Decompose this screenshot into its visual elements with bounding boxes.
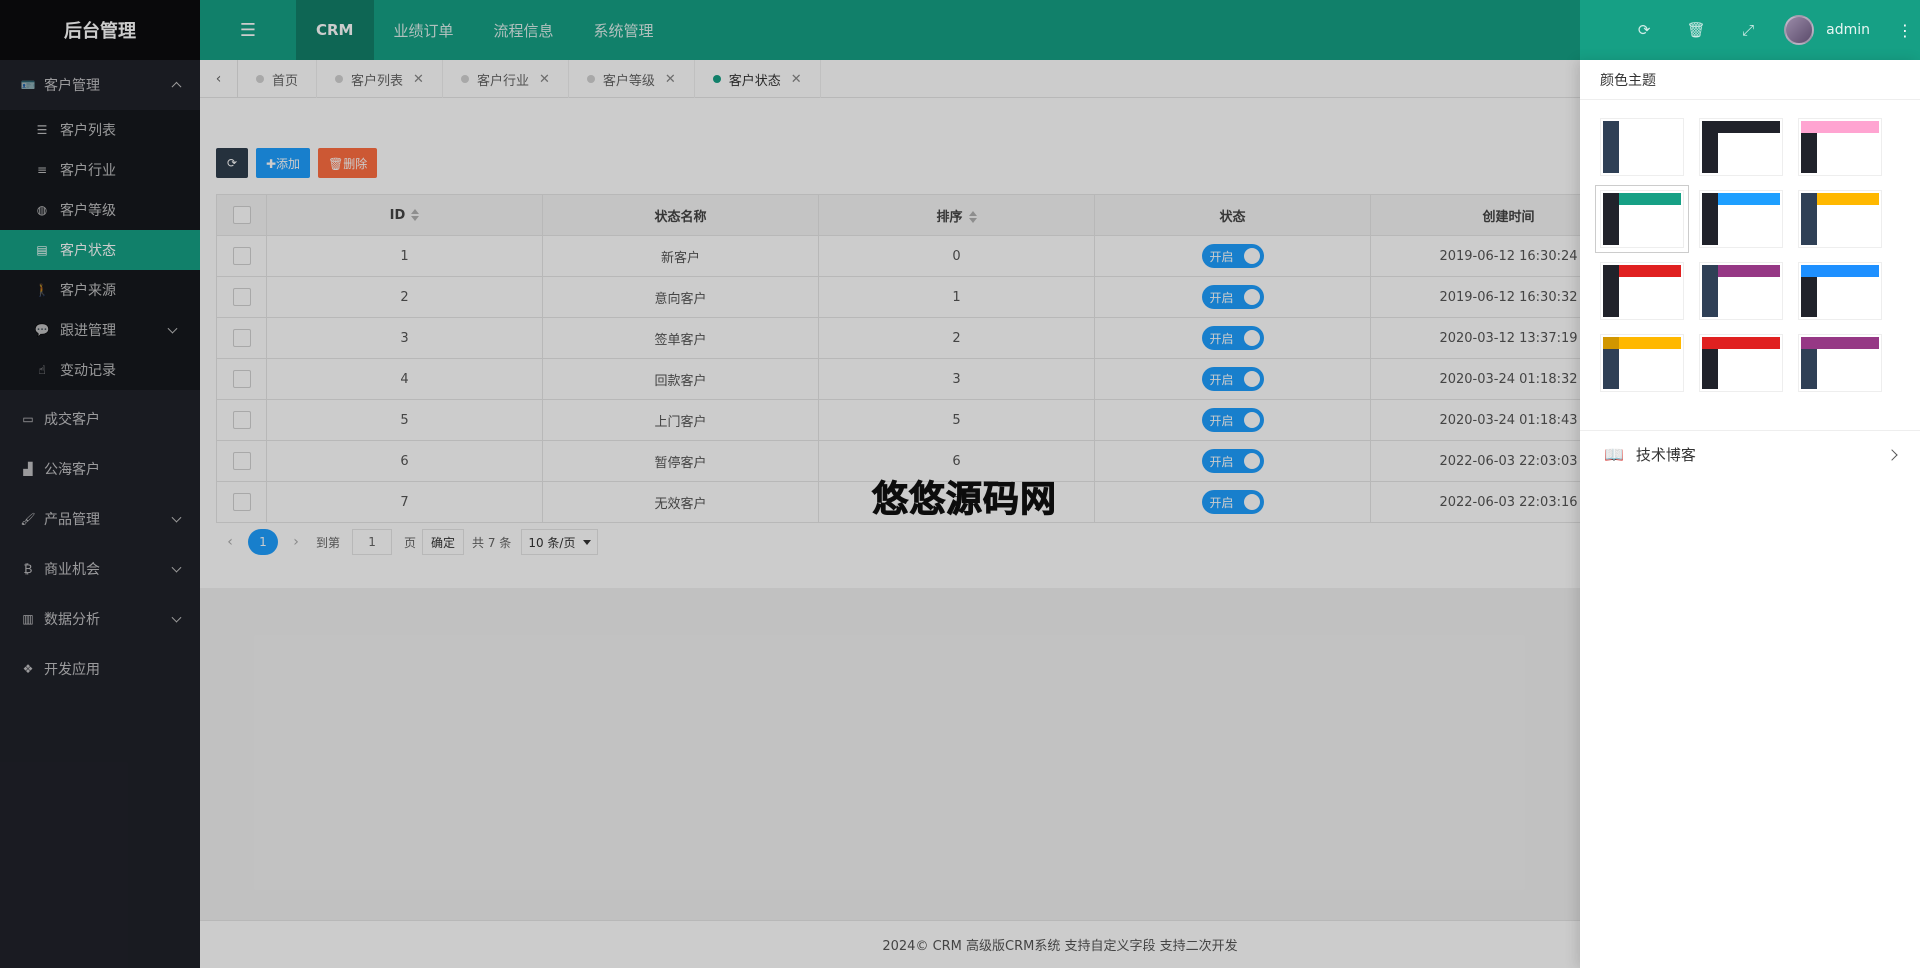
swatch-side — [1702, 349, 1718, 389]
swatch-header — [1817, 337, 1879, 349]
swatch-header — [1718, 121, 1780, 133]
swatch-header — [1718, 337, 1780, 349]
swatch-logo — [1603, 337, 1619, 349]
swatch-header — [1718, 265, 1780, 277]
refresh-icon[interactable]: ⟳ — [1618, 0, 1670, 60]
chevron-right-icon — [1886, 448, 1898, 461]
theme-panel: 颜色主题 📖 技术博客 — [1580, 60, 1920, 968]
swatch-header — [1619, 121, 1681, 133]
swatch-header — [1619, 337, 1681, 349]
swatch-logo — [1702, 265, 1718, 277]
theme-swatch[interactable] — [1798, 190, 1882, 248]
swatch-logo — [1702, 337, 1718, 349]
swatch-side — [1801, 205, 1817, 245]
theme-swatch[interactable] — [1699, 334, 1783, 392]
swatch-logo — [1603, 265, 1619, 277]
swatch-header — [1718, 193, 1780, 205]
swatch-header — [1619, 193, 1681, 205]
theme-swatch[interactable] — [1699, 118, 1783, 176]
swatch-header — [1817, 121, 1879, 133]
swatch-side — [1603, 205, 1619, 245]
theme-swatch[interactable] — [1798, 262, 1882, 320]
swatch-side — [1801, 277, 1817, 317]
theme-panel-title: 颜色主题 — [1580, 60, 1920, 100]
swatch-side — [1702, 133, 1718, 173]
theme-swatch[interactable] — [1600, 262, 1684, 320]
theme-swatch[interactable] — [1600, 118, 1684, 176]
theme-swatch[interactable] — [1798, 334, 1882, 392]
theme-grid — [1580, 100, 1920, 392]
modal-shade[interactable] — [0, 0, 1580, 968]
theme-swatch[interactable] — [1798, 118, 1882, 176]
swatch-side — [1702, 277, 1718, 317]
header-tools: ⟳ 🗑 ⤢ admin ⋮ — [1618, 0, 1920, 60]
swatch-side — [1801, 349, 1817, 389]
swatch-logo — [1801, 337, 1817, 349]
swatch-logo — [1603, 193, 1619, 205]
more-vertical-icon[interactable]: ⋮ — [1890, 0, 1920, 60]
swatch-logo — [1801, 121, 1817, 133]
swatch-logo — [1603, 121, 1619, 133]
swatch-header — [1817, 193, 1879, 205]
tech-blog-label: 技术博客 — [1635, 446, 1696, 464]
swatch-header — [1817, 265, 1879, 277]
trash-icon[interactable]: 🗑 — [1670, 0, 1722, 60]
username: admin — [1826, 22, 1870, 38]
swatch-logo — [1801, 193, 1817, 205]
theme-swatch[interactable] — [1699, 262, 1783, 320]
swatch-side — [1801, 133, 1817, 173]
swatch-side — [1603, 277, 1619, 317]
theme-swatch[interactable] — [1595, 185, 1689, 253]
theme-swatch[interactable] — [1699, 190, 1783, 248]
swatch-logo — [1801, 265, 1817, 277]
book-icon: 📖 — [1604, 445, 1624, 464]
theme-swatch[interactable] — [1600, 334, 1684, 392]
tech-blog-link[interactable]: 📖 技术博客 — [1580, 430, 1920, 478]
swatch-side — [1603, 133, 1619, 173]
fullscreen-icon[interactable]: ⤢ — [1722, 0, 1774, 60]
avatar — [1784, 15, 1815, 45]
swatch-header — [1619, 265, 1681, 277]
user-menu[interactable]: admin — [1774, 0, 1890, 60]
swatch-logo — [1702, 121, 1718, 133]
swatch-side — [1603, 349, 1619, 389]
swatch-side — [1702, 205, 1718, 245]
swatch-logo — [1702, 193, 1718, 205]
